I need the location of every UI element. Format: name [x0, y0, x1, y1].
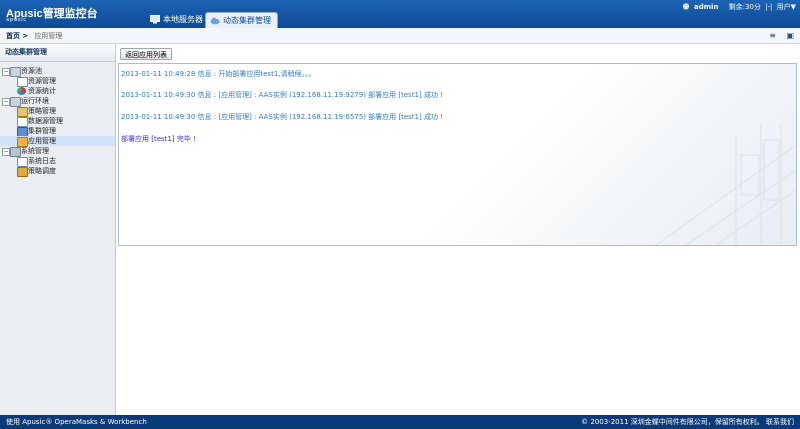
- log-line: 2013-01-11 10:49:30 信息 : [应用管理] : AAS实例 …: [121, 113, 443, 121]
- session-timer: 剩余:30分: [728, 3, 761, 11]
- tree-group-label: 资源池: [21, 67, 42, 75]
- app-logo: Apusic管理监控台 apusic: [6, 5, 98, 23]
- background-decoration: [655, 125, 796, 245]
- tab-label: 本地服务器: [163, 15, 203, 24]
- sidebar-item-datasource-manage[interactable]: 数据源管理: [0, 116, 115, 127]
- sidebar-item-app-manage[interactable]: 应用管理: [0, 136, 115, 147]
- user-menu-button[interactable]: 用户▼: [777, 3, 796, 11]
- main-content: 返回应用列表 2013-01-11 10:49:28 信息 : 开始部署应用te…: [116, 44, 800, 415]
- sidebar-item-label: 数据源管理: [28, 117, 63, 125]
- log-line: 2013-01-11 10:49:30 信息 : [应用管理] : AAS实例 …: [121, 91, 443, 99]
- logo-subtitle: apusic: [6, 17, 27, 23]
- breadcrumb-home[interactable]: 首页 >: [6, 32, 28, 40]
- logo-title: 管理监控台: [42, 7, 98, 20]
- log-line: 2013-01-11 10:49:28 信息 : 开始部署应用test1,请稍候…: [121, 70, 316, 78]
- tree-group-runtime[interactable]: − 运行环境: [0, 96, 115, 107]
- nav-tree: − 资源池 资源管理 资源统计 − 运行环境 策略管理 数据源管理 集群管理 应…: [0, 66, 115, 177]
- tree-group-label: 运行环境: [21, 97, 49, 105]
- tree-group-system[interactable]: − 系统管理: [0, 146, 115, 157]
- footer-powered-by: 使用 Apusic® OperaMasks & Workbench: [6, 418, 147, 426]
- user-area: ☻ admin 剩余:30分 |-| 用户▼: [682, 2, 796, 12]
- expand-icon[interactable]: ▣: [786, 31, 794, 40]
- schedule-icon: [17, 167, 28, 177]
- tree-group-label: 系统管理: [21, 147, 49, 155]
- footer-copyright: © 2003-2011 深圳金蝶中间件有限公司，保留所有权利。 联系我们: [581, 418, 794, 426]
- username[interactable]: admin: [694, 3, 718, 11]
- breadcrumb-bar: 首页 > 应用管理 ≡ ▣: [0, 28, 800, 44]
- app-footer: 使用 Apusic® OperaMasks & Workbench © 2003…: [0, 415, 800, 429]
- window-controls[interactable]: |-|: [765, 3, 772, 11]
- tree-group-resource-pool[interactable]: − 资源池: [0, 66, 115, 77]
- sidebar-item-system-log[interactable]: 系统日志: [0, 156, 115, 167]
- sidebar-item-label: 系统日志: [28, 157, 56, 165]
- tab-local-server[interactable]: 本地服务器: [146, 12, 209, 28]
- breadcrumb: 首页 > 应用管理: [6, 31, 62, 41]
- sidebar-item-resource-manage[interactable]: 资源管理: [0, 76, 115, 87]
- collapse-toggle-icon[interactable]: −: [2, 98, 10, 106]
- collapse-toggle-icon[interactable]: −: [2, 148, 10, 156]
- sidebar-item-label: 资源统计: [28, 87, 56, 95]
- user-icon: ☻: [682, 3, 690, 11]
- list-icon[interactable]: ≡: [769, 31, 776, 40]
- sidebar-item-label: 资源管理: [28, 77, 56, 85]
- back-to-app-list-button[interactable]: 返回应用列表: [120, 48, 172, 60]
- log-summary: 部署应用 [test1] 完毕 !: [121, 135, 196, 143]
- pie-chart-icon: [17, 87, 26, 95]
- sidebar-item-label: 应用管理: [28, 137, 56, 145]
- sidebar-item-label: 集群管理: [28, 127, 56, 135]
- sidebar-item-policy-schedule[interactable]: 策略调度: [0, 166, 115, 177]
- app-header: Apusic管理监控台 apusic 本地服务器 动态集群管理 ☻ admin …: [0, 0, 800, 29]
- sidebar-title: 动态集群管理: [0, 44, 115, 62]
- monitor-icon: [150, 15, 160, 24]
- cloud-icon: [210, 17, 220, 25]
- collapse-toggle-icon[interactable]: −: [2, 68, 10, 76]
- sidebar-item-cluster-manage[interactable]: 集群管理: [0, 126, 115, 137]
- sidebar-item-label: 策略管理: [28, 107, 56, 115]
- tab-dynamic-cluster[interactable]: 动态集群管理: [205, 12, 278, 29]
- sidebar-item-policy-manage[interactable]: 策略管理: [0, 106, 115, 117]
- deploy-log-panel: 2013-01-11 10:49:28 信息 : 开始部署应用test1,请稍候…: [118, 63, 797, 246]
- breadcrumb-current: 应用管理: [34, 32, 63, 40]
- tab-label: 动态集群管理: [223, 16, 271, 25]
- toolbar-icons: ≡ ▣: [761, 31, 794, 40]
- sidebar-item-resource-stats[interactable]: 资源统计: [0, 86, 115, 96]
- sidebar-item-label: 策略调度: [28, 167, 56, 175]
- sidebar: 动态集群管理 − 资源池 资源管理 资源统计 − 运行环境 策略管理 数据源管理: [0, 44, 116, 415]
